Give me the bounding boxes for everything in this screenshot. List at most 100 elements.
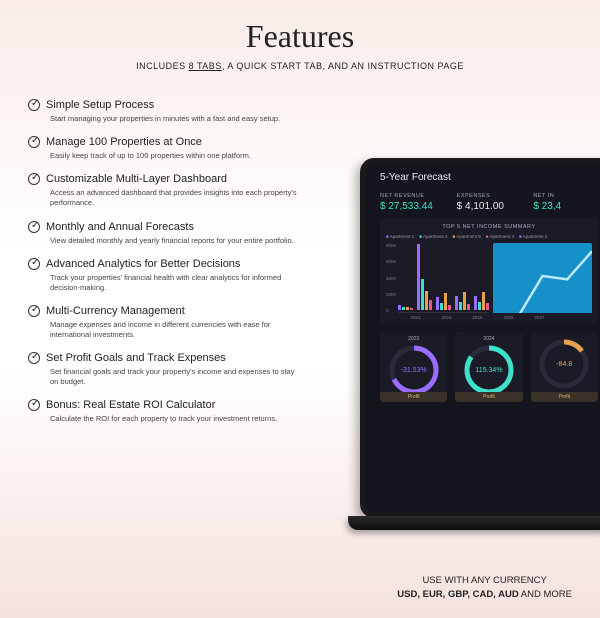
donut-year: 2024 [459, 336, 518, 342]
feature-item: Set Profit Goals and Track Expenses Set f… [28, 352, 328, 387]
feature-desc: Set financial goals and track your prope… [50, 367, 300, 387]
bar [425, 291, 428, 310]
feature-item: Monthly and Annual Forecasts View detaile… [28, 221, 328, 246]
donut-row: 2023 -31.53% Profit2024 115.34% Profit -… [380, 332, 598, 400]
bar [467, 304, 470, 310]
bar [482, 292, 485, 310]
bar [474, 296, 477, 310]
legend-item: Apartment 1 [386, 234, 414, 239]
dashboard-title: 5-Year Forecast [380, 172, 598, 183]
subtitle-suffix: , A QUICK START TAB, AND AN INSTRUCTION … [222, 61, 464, 71]
bar [444, 293, 447, 310]
feature-item: Advanced Analytics for Better Decisions T… [28, 258, 328, 293]
bar-group [417, 244, 432, 310]
donut-card: -84.8 Profit [531, 332, 598, 400]
bar [455, 296, 458, 310]
feature-item: Manage 100 Properties at Once Easily keep… [28, 136, 328, 161]
panel-title: TOP 5 NET INCOME SUMMARY [386, 224, 592, 230]
bar [440, 303, 443, 310]
feature-item: Multi-Currency Management Manage expenses… [28, 305, 328, 340]
donut-card: 2024 115.34% Profit [455, 332, 522, 400]
bar [436, 297, 439, 310]
bar [429, 300, 432, 310]
currency-list: USD, EUR, GBP, CAD, AUD [397, 589, 518, 600]
donut-value: -84.8 [538, 338, 590, 390]
check-icon [28, 136, 40, 148]
feature-desc: Access an advanced dashboard that provid… [50, 188, 300, 208]
bar [463, 292, 466, 310]
x-tick: 2024 [431, 315, 462, 320]
kpi-label: NET REVENUE [380, 193, 445, 199]
feature-desc: Easily keep track of up to 100 propertie… [50, 151, 300, 161]
kpi-value: $ 4,101.00 [457, 201, 522, 212]
feature-item: Customizable Multi-Layer Dashboard Access… [28, 173, 328, 208]
donut-chart: -84.8 [538, 338, 590, 390]
check-icon [28, 99, 40, 111]
kpi-value: $ 23,4 [533, 201, 598, 212]
legend-item: Apartment 2 [519, 234, 547, 239]
feature-title: Advanced Analytics for Better Decisions [46, 258, 240, 270]
feature-desc: Start managing your properties in minute… [50, 114, 300, 124]
x-axis: 20232024202520262027 [386, 315, 592, 320]
feature-title: Simple Setup Process [46, 99, 154, 111]
features-list: Simple Setup Process Start managing your … [28, 99, 328, 425]
bar [448, 305, 451, 310]
check-icon [28, 305, 40, 317]
bar [478, 302, 481, 311]
feature-title: Set Profit Goals and Track Expenses [46, 352, 226, 364]
bar-group [436, 293, 451, 310]
chart-legend: Apartment 1 Apartment 4 Apartment 9 Apartme… [386, 234, 592, 239]
bar [459, 302, 462, 310]
laptop-mockup: 5-Year Forecast NET REVENUE$ 27,533.44 EX… [360, 158, 600, 518]
feature-desc: Track your properties' financial health … [50, 273, 300, 293]
kpi-label: NET IN [533, 193, 598, 199]
feature-item: Bonus: Real Estate ROI Calculator Calcula… [28, 399, 328, 424]
legend-item: Apartment 4 [419, 234, 447, 239]
x-tick: 2027 [524, 315, 555, 320]
feature-title: Customizable Multi-Layer Dashboard [46, 173, 227, 185]
check-icon [28, 173, 40, 185]
donut-card: 2023 -31.53% Profit [380, 332, 447, 400]
bar-group [474, 292, 489, 310]
feature-desc: Calculate the ROI for each property to t… [50, 414, 300, 424]
donut-chart: 115.34% [463, 344, 515, 396]
kpi-label: EXPENSES [457, 193, 522, 199]
feature-item: Simple Setup Process Start managing your … [28, 99, 328, 124]
bar [402, 307, 405, 310]
legend-item: Apartment 9 [453, 234, 481, 239]
bar [417, 244, 420, 310]
kpi-card: NET REVENUE$ 27,533.44 [380, 193, 445, 212]
laptop-base [348, 516, 600, 530]
bar [421, 279, 424, 310]
feature-desc: Manage expenses and income in different … [50, 320, 300, 340]
grouped-bar-chart [398, 243, 489, 313]
subtitle-tabs: 8 TABS [189, 61, 222, 71]
donut-chart: -31.53% [388, 344, 440, 396]
legend-item: Apartment 3 [486, 234, 514, 239]
donut-label: Profit [531, 392, 598, 402]
feature-title: Manage 100 Properties at Once [46, 136, 202, 148]
bar [486, 303, 489, 310]
feature-title: Multi-Currency Management [46, 305, 185, 317]
donut-label: Profit [455, 392, 522, 402]
kpi-card: NET IN $ 23,4 [533, 193, 598, 212]
bar [398, 305, 401, 310]
check-icon [28, 258, 40, 270]
donut-value: -31.53% [388, 344, 440, 396]
currency-suffix: AND MORE [519, 589, 572, 600]
x-tick: 2026 [493, 315, 524, 320]
feature-title: Monthly and Annual Forecasts [46, 221, 194, 233]
x-tick: 2023 [400, 315, 431, 320]
feature-desc: View detailed monthly and yearly financi… [50, 236, 300, 246]
area-chart [493, 243, 592, 313]
check-icon [28, 352, 40, 364]
donut-value: 115.34% [463, 344, 515, 396]
subtitle: INCLUDES 8 TABS, A QUICK START TAB, AND … [0, 61, 600, 71]
subtitle-prefix: INCLUDES [136, 61, 189, 71]
currency-note: USE WITH ANY CURRENCY USD, EUR, GBP, CAD… [397, 575, 572, 600]
feature-title: Bonus: Real Estate ROI Calculator [46, 399, 215, 411]
kpi-card: EXPENSES $ 4,101.00 [457, 193, 522, 212]
check-icon [28, 399, 40, 411]
bar-group [455, 292, 470, 310]
page-title: Features [0, 18, 600, 55]
